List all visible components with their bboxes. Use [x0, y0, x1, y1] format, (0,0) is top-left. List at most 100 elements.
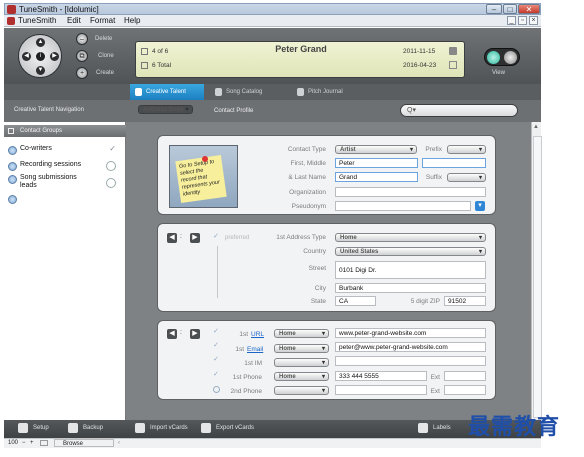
state-label: State — [310, 298, 326, 305]
previous-record-icon[interactable]: ◀ — [22, 52, 31, 61]
im-field[interactable] — [335, 356, 486, 366]
im-checkbox[interactable]: ✓ — [213, 356, 220, 364]
clone-button[interactable]: ⧉ — [76, 50, 88, 62]
tab-creative-talent[interactable]: Creative Talent — [130, 84, 204, 100]
record-navigation-wheel[interactable]: ▲ ◀ i ▶ ▼ — [18, 34, 62, 78]
group-radio-icon[interactable] — [8, 175, 17, 184]
list-view-icon[interactable] — [504, 51, 517, 64]
menu-edit[interactable]: Edit — [67, 16, 81, 25]
address-book-button[interactable]: Address Book — [138, 105, 193, 114]
group-select-radio[interactable] — [106, 161, 116, 171]
add-group-icon[interactable] — [8, 195, 17, 204]
zip-field[interactable]: 91502 — [444, 296, 486, 306]
organization-field[interactable] — [335, 187, 486, 197]
checkmark-icon[interactable]: ✓ — [109, 144, 116, 153]
search-input[interactable]: Q▾ — [400, 104, 518, 117]
url-field[interactable]: www.peter-grand-website.com — [335, 328, 486, 338]
phone-field[interactable]: 333 444 5555 — [335, 371, 427, 381]
status-toggle-icon[interactable] — [40, 440, 48, 446]
scroll-left-icon[interactable]: ‹ — [118, 439, 120, 448]
vertical-scrollbar[interactable]: ▲ — [531, 122, 542, 420]
next-record-icon[interactable]: ▶ — [50, 52, 59, 61]
window-titlebar: TuneSmith - [Idolumic] – □ ✕ — [4, 3, 541, 15]
middle-name-field[interactable] — [422, 158, 486, 168]
previous-address-icon[interactable]: ◀ — [167, 233, 177, 243]
url-link[interactable]: URL — [251, 331, 264, 338]
email-link[interactable]: Email — [247, 346, 263, 353]
contact-profile-button[interactable]: Contact Profile — [206, 105, 261, 117]
labels-button[interactable]: Labels — [418, 423, 451, 433]
tab-pitch-journal[interactable]: Pitch Journal — [292, 84, 366, 100]
mdi-restore-button[interactable]: ▫ — [518, 16, 527, 25]
mdi-close-button[interactable]: × — [529, 16, 538, 25]
group-radio-icon[interactable] — [8, 146, 17, 155]
form-view-icon[interactable] — [487, 51, 500, 64]
group-item-co-writers[interactable]: Co-writers ✓ — [8, 144, 122, 155]
zoom-level[interactable]: 100 — [8, 439, 18, 448]
first-record-icon[interactable]: ▲ — [36, 38, 45, 47]
last-record-icon[interactable]: ▼ — [36, 66, 45, 75]
url-checkbox[interactable]: ✓ — [213, 328, 220, 336]
pseudonym-field[interactable] — [335, 201, 471, 211]
import-vcards-button[interactable]: Import vCards — [135, 423, 188, 433]
group-radio-icon[interactable] — [8, 162, 17, 171]
phone2-type-select[interactable] — [274, 386, 329, 395]
preferred-checkbox[interactable]: ✓ — [213, 233, 220, 241]
minimize-button[interactable]: – — [486, 4, 502, 14]
add-group-row[interactable] — [8, 194, 122, 204]
pseudonym-expand-icon[interactable]: ▾ — [475, 201, 485, 211]
preferred-label: preferred — [225, 235, 250, 241]
group-item-recording-sessions[interactable]: Recording sessions — [8, 161, 122, 171]
tab-song-catalog[interactable]: Song Catalog — [210, 84, 284, 100]
email-checkbox[interactable]: ✓ — [213, 342, 220, 350]
labels-label: Labels — [433, 425, 451, 431]
country-select[interactable]: United States — [335, 247, 486, 256]
prefix-select[interactable] — [447, 145, 486, 154]
scroll-up-icon[interactable]: ▲ — [533, 124, 539, 130]
delete-button[interactable]: – — [76, 33, 88, 45]
tab-label: Pitch Journal — [308, 89, 343, 95]
create-button[interactable]: + — [76, 67, 88, 79]
phone2-radio[interactable] — [213, 386, 220, 393]
next-address-icon[interactable]: ▶ — [190, 233, 200, 243]
view-toggle[interactable] — [484, 48, 520, 66]
group-item-song-submissions[interactable]: Song submissions leads — [8, 174, 122, 192]
phone2-field[interactable] — [335, 385, 427, 395]
email-type-select[interactable]: Home — [274, 344, 329, 353]
email-field[interactable]: peter@www.peter-grand-website.com — [335, 342, 486, 352]
city-field[interactable]: Burbank — [335, 283, 486, 293]
menu-format[interactable]: Format — [90, 16, 115, 25]
zoom-in-icon[interactable]: + — [30, 439, 34, 448]
suffix-select[interactable] — [447, 173, 486, 182]
photo-frame[interactable]: Go to Setup to select the record that re… — [169, 145, 238, 208]
im-type-select[interactable] — [274, 358, 329, 367]
export-vcards-button[interactable]: Export vCards — [201, 423, 254, 433]
contact-type-select[interactable]: Artist — [335, 145, 417, 154]
info-icon[interactable]: i — [36, 52, 45, 61]
zoom-out-icon[interactable]: − — [22, 439, 26, 448]
mdi-minimize-button[interactable]: _ — [507, 16, 516, 25]
street-field[interactable]: 0101 Digi Dr. — [335, 261, 486, 279]
state-field[interactable]: CA — [335, 296, 376, 306]
backup-button[interactable]: Backup — [68, 423, 103, 433]
close-button[interactable]: ✕ — [518, 4, 540, 14]
setup-button[interactable]: Setup — [18, 423, 49, 433]
group-select-radio[interactable] — [106, 178, 116, 188]
ext2-field[interactable] — [444, 385, 486, 395]
first-name-field[interactable]: Peter — [335, 158, 418, 168]
ext-field[interactable] — [444, 371, 486, 381]
address-separator: : — [180, 233, 182, 240]
phone-type-select[interactable]: Home — [274, 372, 329, 381]
maximize-button[interactable]: □ — [503, 4, 517, 14]
tab-label: Creative Talent — [146, 89, 186, 95]
last-name-field[interactable]: Grand — [335, 172, 418, 182]
next-contact-icon[interactable]: ▶ — [190, 329, 200, 339]
menu-app[interactable]: TuneSmith — [18, 16, 56, 25]
scrollbar-thumb[interactable] — [533, 136, 542, 418]
url-type-select[interactable]: Home — [274, 329, 329, 338]
address-type-select[interactable]: Home — [335, 233, 486, 242]
menu-help[interactable]: Help — [124, 16, 140, 25]
previous-contact-icon[interactable]: ◀ — [167, 329, 177, 339]
phone-checkbox[interactable]: ✓ — [213, 371, 220, 379]
toolbar: ▲ ◀ i ▶ ▼ – Delete ⧉ Clone + Create 4 of… — [4, 28, 541, 84]
